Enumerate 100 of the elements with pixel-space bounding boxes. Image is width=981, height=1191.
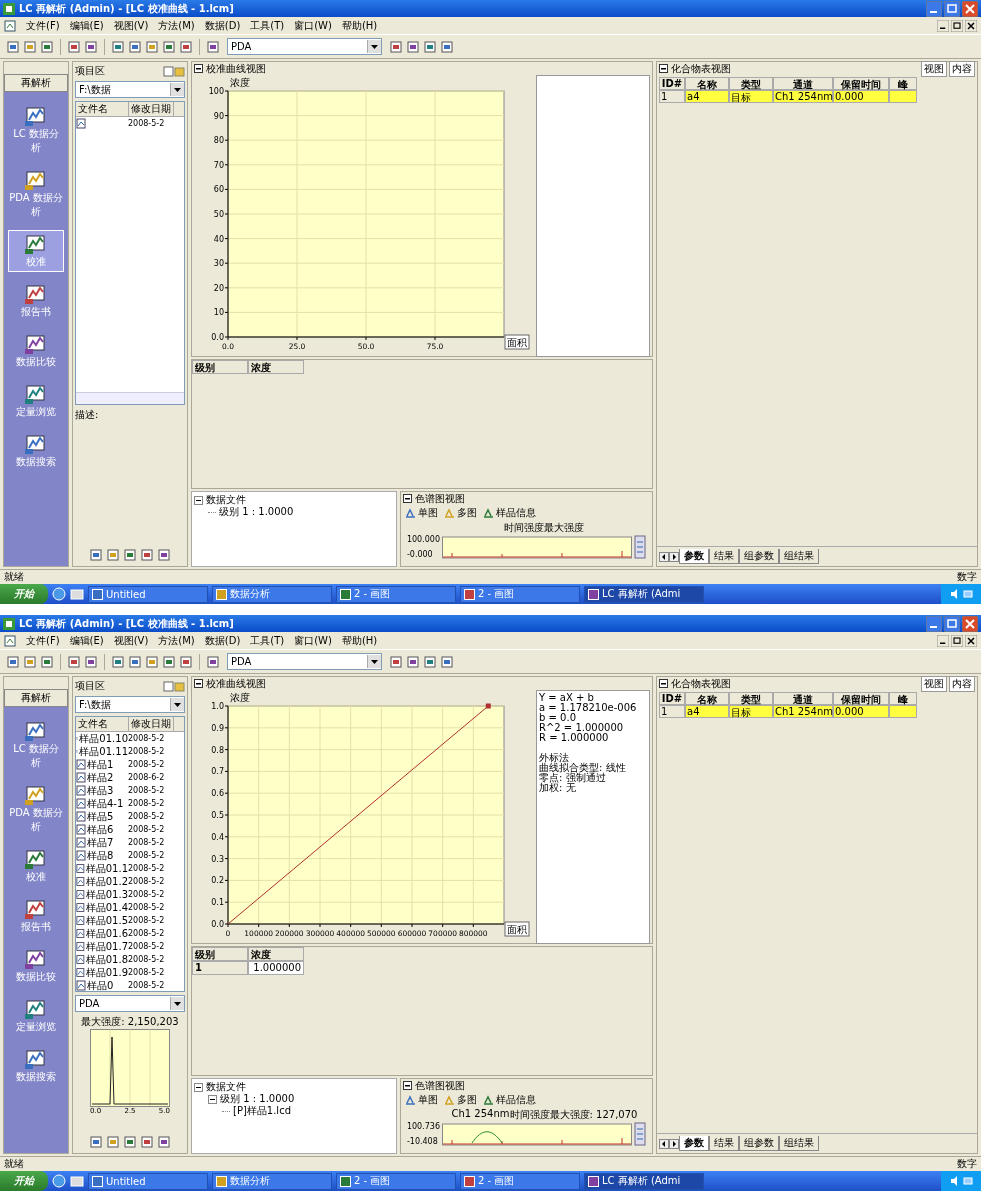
scroll-right-icon[interactable] (669, 551, 679, 562)
maximize-icon[interactable] (951, 634, 963, 647)
scroll-left-icon[interactable] (659, 551, 669, 562)
view-button[interactable]: 视图 (921, 60, 947, 77)
method-dropdown[interactable]: PDA (227, 38, 382, 55)
view-button[interactable]: 视图 (921, 675, 947, 692)
file-name[interactable]: 样品7 (87, 835, 114, 850)
network-icon[interactable] (962, 589, 973, 599)
sheet-tab[interactable]: 组结果 (779, 1136, 819, 1151)
file-name[interactable]: 样品01.2 (85, 874, 128, 889)
taskbar-button[interactable]: Untitled (88, 1172, 208, 1190)
sheet-tab[interactable]: 组参数 (739, 1136, 779, 1151)
menu-item[interactable]: 帮助(H) (341, 18, 378, 33)
file-name[interactable]: 样品01.7 (85, 939, 128, 954)
taskbar-button[interactable]: 2 - 画图 (460, 585, 580, 603)
browser-icon[interactable] (52, 1174, 66, 1188)
menu-item[interactable]: 视图(V) (113, 633, 149, 648)
file-name[interactable]: 样品4-1 (87, 796, 124, 811)
network-icon[interactable] (962, 1176, 973, 1186)
file-name[interactable]: 样品01.8 (85, 952, 128, 967)
menu-item[interactable]: 窗口(W) (294, 633, 332, 648)
file-name[interactable]: 样品01.11 (79, 744, 128, 759)
menu-item[interactable]: 数据(D) (204, 633, 241, 648)
taskbar-button[interactable]: LC 再解析 (Admi (584, 1172, 704, 1190)
sheet-tab[interactable]: 组参数 (739, 549, 779, 564)
method-dropdown[interactable]: PDA (227, 653, 382, 670)
file-name[interactable]: 样品01.1 (85, 861, 128, 876)
menu-item[interactable]: 文件(F) (26, 633, 60, 648)
taskbar-button[interactable]: 数据分析 (212, 585, 332, 603)
view-button[interactable]: 内容 (949, 675, 975, 692)
column-header[interactable]: 通道 (773, 77, 833, 90)
view-button[interactable]: 内容 (949, 60, 975, 77)
column-header[interactable]: 类型 (729, 692, 773, 705)
minimize-icon[interactable] (937, 19, 949, 32)
file-name[interactable]: 样品5 (87, 809, 114, 824)
tree-item[interactable]: 级别 1 : 1.0000 (220, 1092, 295, 1106)
scrollbar[interactable] (76, 392, 184, 404)
view-tab[interactable]: 多图 (443, 506, 477, 520)
file-name[interactable]: 样品0 (87, 978, 114, 991)
column-header[interactable]: 名称 (685, 692, 729, 705)
file-name[interactable]: 样品01.5 (85, 913, 128, 928)
scroll-right-icon[interactable] (669, 1138, 679, 1149)
file-name[interactable]: 样品01.4 (85, 900, 128, 915)
taskbar-button[interactable]: LC 再解析 (Admi (584, 585, 704, 603)
column-header[interactable]: 修改日期 (129, 102, 174, 116)
collapse-icon[interactable] (194, 1082, 203, 1092)
menu-item[interactable]: 数据(D) (204, 18, 241, 33)
column-header[interactable]: 文件名 (76, 102, 129, 116)
start-button[interactable]: 开始 (0, 584, 48, 604)
collapse-icon[interactable] (208, 1094, 217, 1104)
sheet-tab[interactable]: 结果 (709, 1136, 739, 1151)
tree-item[interactable]: 级别 1 : 1.0000 (219, 505, 294, 519)
column-header[interactable]: ID# (659, 77, 685, 90)
view-tab[interactable]: 单图 (404, 1093, 438, 1107)
file-name[interactable]: 样品2 (87, 770, 114, 785)
speaker-icon[interactable] (949, 589, 960, 599)
column-header[interactable]: 名称 (685, 77, 729, 90)
file-name[interactable]: 样品01.9 (85, 965, 128, 980)
file-name[interactable]: 样品1 (87, 757, 114, 772)
file-name[interactable]: 样品8 (87, 848, 114, 863)
menu-item[interactable]: 编辑(E) (69, 18, 104, 33)
column-header[interactable]: 修改日期 (129, 717, 174, 731)
menu-item[interactable]: 工具(T) (250, 633, 285, 648)
taskbar-button[interactable]: 2 - 画图 (460, 1172, 580, 1190)
minimize-icon[interactable] (937, 634, 949, 647)
path-dropdown[interactable]: F:\数据 (75, 81, 185, 98)
taskbar-button[interactable]: 2 - 画图 (336, 1172, 456, 1190)
sheet-tab[interactable]: 组结果 (779, 549, 819, 564)
column-header[interactable]: 文件名 (76, 717, 129, 731)
column-header[interactable]: 保留时间 (833, 77, 889, 90)
start-button[interactable]: 开始 (0, 1171, 48, 1191)
view-tab[interactable]: 多图 (443, 1093, 477, 1107)
column-header[interactable]: 峰 (889, 77, 917, 90)
menu-item[interactable]: 方法(M) (158, 633, 195, 648)
desktop-icon[interactable] (70, 1174, 84, 1188)
menu-item[interactable]: 编辑(E) (69, 633, 104, 648)
tree-item[interactable]: 数据文件 (206, 493, 246, 507)
tree-item[interactable]: 数据文件 (206, 1080, 246, 1094)
view-tab[interactable]: 单图 (404, 506, 438, 520)
detector-dropdown[interactable]: PDA (75, 995, 185, 1012)
view-tab[interactable]: 样品信息 (482, 1093, 536, 1107)
scroll-left-icon[interactable] (659, 1138, 669, 1149)
column-header[interactable]: 通道 (773, 692, 833, 705)
column-header[interactable]: ID# (659, 692, 685, 705)
file-name[interactable]: 样品01.3 (85, 887, 128, 902)
sheet-tab[interactable]: 结果 (709, 549, 739, 564)
speaker-icon[interactable] (949, 1176, 960, 1186)
taskbar-button[interactable]: 数据分析 (212, 1172, 332, 1190)
path-dropdown[interactable]: F:\数据 (75, 696, 185, 713)
maximize-icon[interactable] (951, 19, 963, 32)
file-name[interactable]: 样品3 (87, 783, 114, 798)
close-icon[interactable] (965, 19, 977, 32)
taskbar-button[interactable]: Untitled (88, 585, 208, 603)
folder-icon[interactable] (163, 65, 185, 77)
column-header[interactable]: 类型 (729, 77, 773, 90)
sheet-tab[interactable]: 参数 (679, 549, 709, 564)
menu-item[interactable]: 方法(M) (158, 18, 195, 33)
close-icon[interactable] (965, 634, 977, 647)
folder-icon[interactable] (163, 680, 185, 692)
menu-item[interactable]: 工具(T) (250, 18, 285, 33)
